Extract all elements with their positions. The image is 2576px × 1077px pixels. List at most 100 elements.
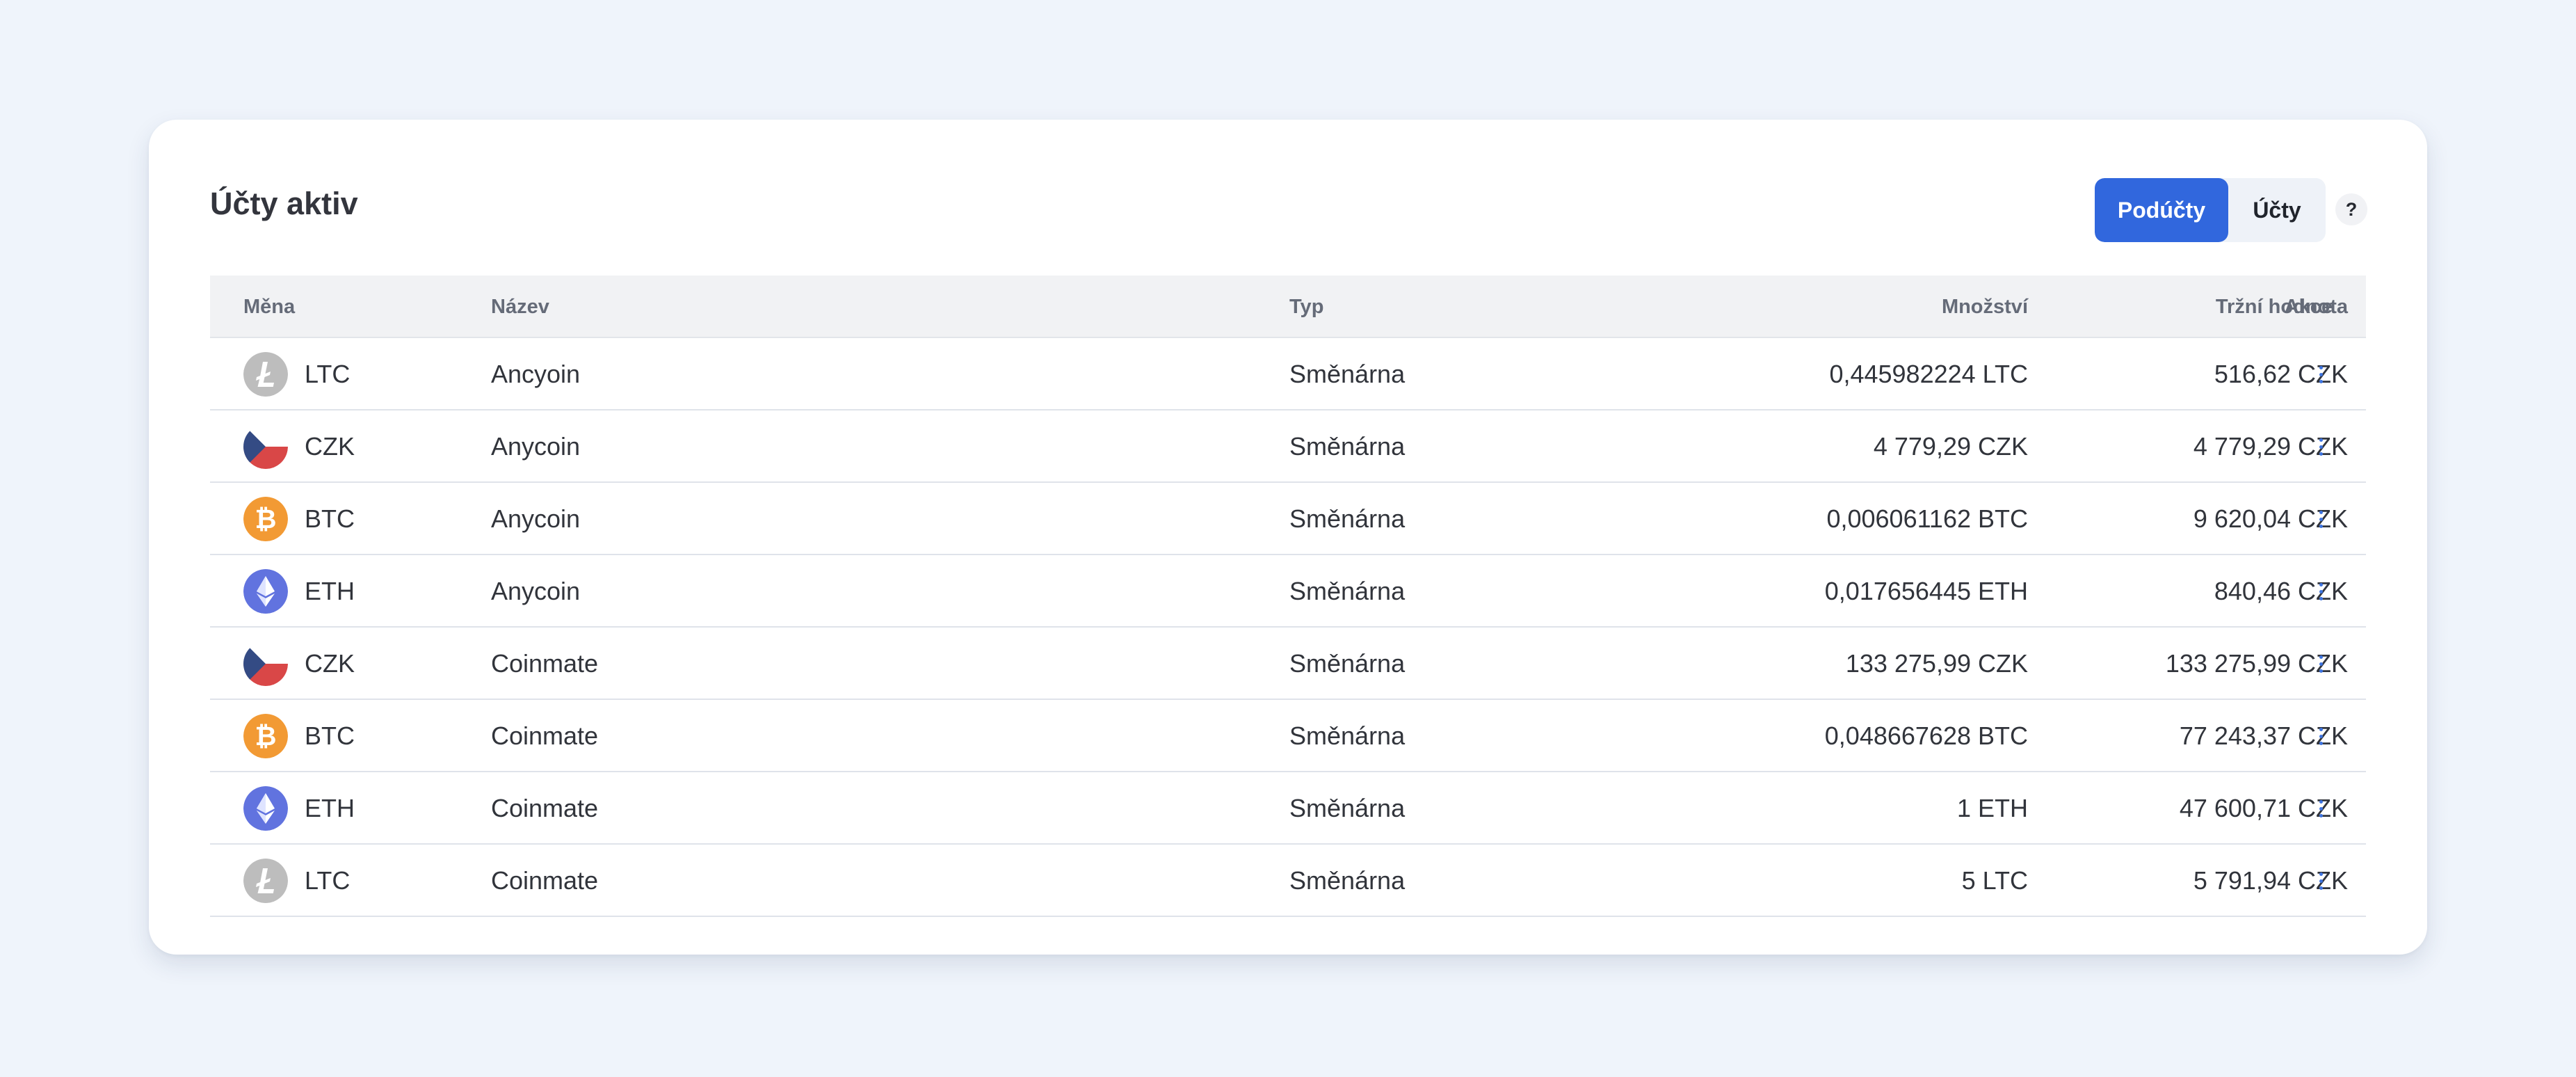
litecoin-icon xyxy=(243,352,288,397)
row-actions-menu-button[interactable] xyxy=(2309,650,2333,678)
header-type: Typ xyxy=(1289,296,1324,318)
header-quantity: Množství xyxy=(1941,296,2028,318)
table-row: ETH Coinmate Směnárna 1 ETH 47 600,71 CZ… xyxy=(210,772,2366,845)
quantity-value: 4 779,29 CZK xyxy=(1873,432,2028,461)
quantity-value: 5 LTC xyxy=(1961,866,2028,895)
subaccounts-toggle-button[interactable]: Podúčty xyxy=(2095,178,2228,242)
currency-code: LTC xyxy=(305,866,351,895)
table-body: LTC Ancyoin Směnárna 0,445982224 LTC 516… xyxy=(210,338,2366,917)
account-type: Směnárna xyxy=(1289,794,1406,822)
table-row: LTC Coinmate Směnárna 5 LTC 5 791,94 CZK xyxy=(210,845,2366,917)
menu-dot-icon xyxy=(2319,438,2323,442)
menu-dot-icon xyxy=(2319,510,2323,514)
currency-cell: CZK xyxy=(243,410,466,483)
quantity-value: 133 275,99 CZK xyxy=(1845,649,2028,678)
table-row: ₿ BTC Coinmate Směnárna 0,048667628 BTC … xyxy=(210,700,2366,772)
row-actions-menu-button[interactable] xyxy=(2309,867,2333,895)
quantity-value: 1 ETH xyxy=(1956,794,2028,822)
bitcoin-icon: ₿ xyxy=(243,497,288,541)
bitcoin-icon: ₿ xyxy=(243,714,288,758)
menu-dot-icon xyxy=(2319,524,2323,528)
menu-dot-icon xyxy=(2319,517,2323,521)
table-row: ₿ BTC Anycoin Směnárna 0,006061162 BTC 9… xyxy=(210,483,2366,555)
menu-dot-icon xyxy=(2319,734,2323,738)
ethereum-icon xyxy=(243,786,288,831)
asset-accounts-table: Měna Název Typ Množství Tržní hodnota Ak… xyxy=(210,276,2366,917)
menu-dot-icon xyxy=(2319,879,2323,883)
currency-code: BTC xyxy=(305,504,355,533)
menu-dot-icon xyxy=(2319,596,2323,600)
row-actions-menu-button[interactable] xyxy=(2309,433,2333,461)
row-actions-menu-button[interactable] xyxy=(2309,795,2333,822)
svg-text:₿: ₿ xyxy=(255,721,277,751)
quantity-value: 0,006061162 BTC xyxy=(1826,504,2028,533)
ethereum-icon xyxy=(243,569,288,614)
account-type: Směnárna xyxy=(1289,649,1406,678)
currency-code: CZK xyxy=(305,432,355,461)
account-name: Coinmate xyxy=(491,794,599,822)
account-name: Anycoin xyxy=(491,432,581,461)
currency-cell: ETH xyxy=(243,772,466,845)
menu-dot-icon xyxy=(2319,727,2323,731)
panel-title: Účty aktiv xyxy=(210,186,358,221)
litecoin-icon xyxy=(243,859,288,903)
czech-flag-icon xyxy=(243,641,288,686)
header-currency: Měna xyxy=(243,296,296,318)
menu-dot-icon xyxy=(2319,582,2323,587)
account-name: Coinmate xyxy=(491,721,599,750)
menu-dot-icon xyxy=(2319,445,2323,449)
currency-code: BTC xyxy=(305,721,355,750)
menu-dot-icon xyxy=(2319,741,2323,745)
account-name: Anycoin xyxy=(491,577,581,605)
currency-code: LTC xyxy=(305,360,351,388)
currency-cell: ETH xyxy=(243,555,466,628)
currency-cell: CZK xyxy=(243,628,466,700)
menu-dot-icon xyxy=(2319,872,2323,876)
account-name: Coinmate xyxy=(491,649,599,678)
header-actions: Akce xyxy=(2284,296,2333,318)
help-button[interactable]: ? xyxy=(2335,193,2367,225)
table-row: ETH Anycoin Směnárna 0,017656445 ETH 840… xyxy=(210,555,2366,628)
currency-code: CZK xyxy=(305,649,355,678)
account-type: Směnárna xyxy=(1289,866,1406,895)
currency-code: ETH xyxy=(305,577,355,605)
menu-dot-icon xyxy=(2319,365,2323,369)
account-type: Směnárna xyxy=(1289,360,1406,388)
account-view-toggle[interactable]: Podúčty Účty xyxy=(2095,178,2326,242)
currency-cell: LTC xyxy=(243,338,466,410)
row-actions-menu-button[interactable] xyxy=(2309,360,2333,388)
quantity-value: 0,048667628 BTC xyxy=(1824,721,2028,750)
currency-code: ETH xyxy=(305,794,355,822)
currency-cell: LTC xyxy=(243,845,466,917)
table-header: Měna Název Typ Množství Tržní hodnota Ak… xyxy=(210,276,2366,338)
menu-dot-icon xyxy=(2319,813,2323,817)
menu-dot-icon xyxy=(2319,379,2323,383)
account-name: Ancyoin xyxy=(491,360,581,388)
row-actions-menu-button[interactable] xyxy=(2309,577,2333,605)
account-name: Anycoin xyxy=(491,504,581,533)
table-row: CZK Coinmate Směnárna 133 275,99 CZK 133… xyxy=(210,628,2366,700)
menu-dot-icon xyxy=(2319,589,2323,593)
menu-dot-icon xyxy=(2319,655,2323,659)
menu-dot-icon xyxy=(2319,372,2323,376)
menu-dot-icon xyxy=(2319,662,2323,666)
account-type: Směnárna xyxy=(1289,577,1406,605)
header-name: Název xyxy=(491,296,549,318)
currency-cell: ₿ BTC xyxy=(243,700,466,772)
account-type: Směnárna xyxy=(1289,721,1406,750)
menu-dot-icon xyxy=(2319,669,2323,673)
menu-dot-icon xyxy=(2319,799,2323,804)
accounts-toggle-button[interactable]: Účty xyxy=(2228,178,2326,242)
czech-flag-icon xyxy=(243,424,288,469)
table-row: CZK Anycoin Směnárna 4 779,29 CZK 4 779,… xyxy=(210,410,2366,483)
svg-text:₿: ₿ xyxy=(255,504,277,534)
quantity-value: 0,445982224 LTC xyxy=(1829,360,2028,388)
account-type: Směnárna xyxy=(1289,432,1406,461)
table-row: LTC Ancyoin Směnárna 0,445982224 LTC 516… xyxy=(210,338,2366,410)
row-actions-menu-button[interactable] xyxy=(2309,505,2333,533)
account-name: Coinmate xyxy=(491,866,599,895)
row-actions-menu-button[interactable] xyxy=(2309,722,2333,750)
menu-dot-icon xyxy=(2319,806,2323,811)
currency-cell: ₿ BTC xyxy=(243,483,466,555)
asset-accounts-panel: Účty aktiv Podúčty Účty ? Měna Název Typ… xyxy=(149,120,2427,955)
